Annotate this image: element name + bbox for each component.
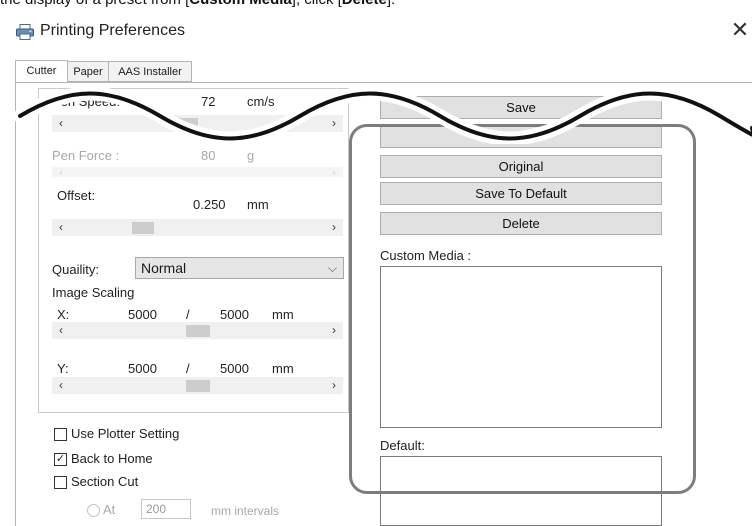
pen-force-label: Pen Force :: [52, 148, 120, 163]
scroll-left-icon: ‹: [59, 167, 63, 177]
scroll-left-icon[interactable]: ‹: [54, 377, 68, 394]
quality-label: Quaility:: [52, 262, 99, 277]
instruction-caption: the display of a preset from [Custom Med…: [0, 0, 395, 8]
caption-prefix: the display of a preset from [: [0, 0, 189, 8]
quality-value: Normal: [141, 260, 187, 276]
pen-force-slider: ‹ ›: [52, 167, 343, 177]
wavy-cut-line: [13, 88, 752, 144]
back-to-home-label: Back to Home: [71, 451, 153, 466]
offset-thumb[interactable]: [132, 222, 154, 234]
scale-y-slider[interactable]: ‹ ›: [52, 377, 343, 394]
scroll-right-icon: ›: [332, 167, 336, 177]
scroll-right-icon[interactable]: ›: [327, 219, 341, 236]
scale-y-sep: /: [186, 361, 190, 376]
caption-suffix: ].: [387, 0, 395, 8]
close-icon[interactable]: ✕: [728, 16, 752, 44]
offset-slider[interactable]: ‹ ›: [52, 219, 343, 236]
scroll-right-icon[interactable]: ›: [327, 322, 341, 339]
use-plotter-setting-label: Use Plotter Setting: [71, 426, 180, 441]
quality-select[interactable]: Normal ⌵: [135, 257, 344, 279]
scroll-right-icon[interactable]: ›: [327, 377, 341, 394]
checkmark-icon: ✓: [55, 453, 66, 465]
pen-force-value: 80: [201, 148, 216, 163]
scale-x-thumb[interactable]: [186, 325, 210, 337]
image-scaling-label: Image Scaling: [52, 285, 135, 300]
at-radio: [87, 504, 100, 517]
section-cut-label: Section Cut: [71, 474, 139, 489]
scroll-left-icon[interactable]: ‹: [54, 322, 68, 339]
offset-value: 0.250: [193, 197, 226, 212]
at-label: At: [103, 502, 116, 517]
scale-x-slider[interactable]: ‹ ›: [52, 322, 343, 339]
interval-unit: mm intervals: [211, 504, 280, 518]
scale-y-total: 5000: [220, 361, 249, 376]
offset-unit: mm: [247, 197, 269, 212]
caption-custom-media: Custom Media: [189, 0, 292, 8]
chevron-down-icon: ⌵: [327, 261, 337, 275]
interval-input: 200: [141, 499, 191, 519]
scale-x-sep: /: [186, 307, 190, 322]
back-to-home-checkbox[interactable]: ✓: [54, 453, 67, 466]
caption-delete: Delete: [342, 0, 387, 8]
section-cut-checkbox[interactable]: [54, 476, 67, 489]
scale-y-unit: mm: [272, 361, 294, 376]
use-plotter-setting-checkbox[interactable]: [54, 428, 67, 441]
offset-label: Offset:: [57, 188, 96, 203]
tab-aas-installer[interactable]: AAS Installer: [108, 61, 192, 82]
pen-force-unit: g: [247, 148, 255, 163]
scale-y-thumb[interactable]: [186, 380, 210, 392]
scale-x-value: 5000: [128, 307, 157, 322]
scale-y-label: Y:: [57, 361, 69, 376]
tab-cutter[interactable]: Cutter: [15, 60, 68, 83]
scale-x-total: 5000: [220, 307, 249, 322]
scale-x-label: X:: [57, 307, 70, 322]
scale-y-value: 5000: [128, 361, 157, 376]
scroll-left-icon[interactable]: ‹: [54, 219, 68, 236]
printer-icon: [16, 24, 34, 40]
tab-paper[interactable]: Paper: [67, 61, 109, 82]
window-title: Printing Preferences: [40, 22, 185, 39]
highlight-frame: [349, 124, 696, 494]
caption-mid: ], click [: [292, 0, 342, 8]
scale-x-unit: mm: [272, 307, 294, 322]
